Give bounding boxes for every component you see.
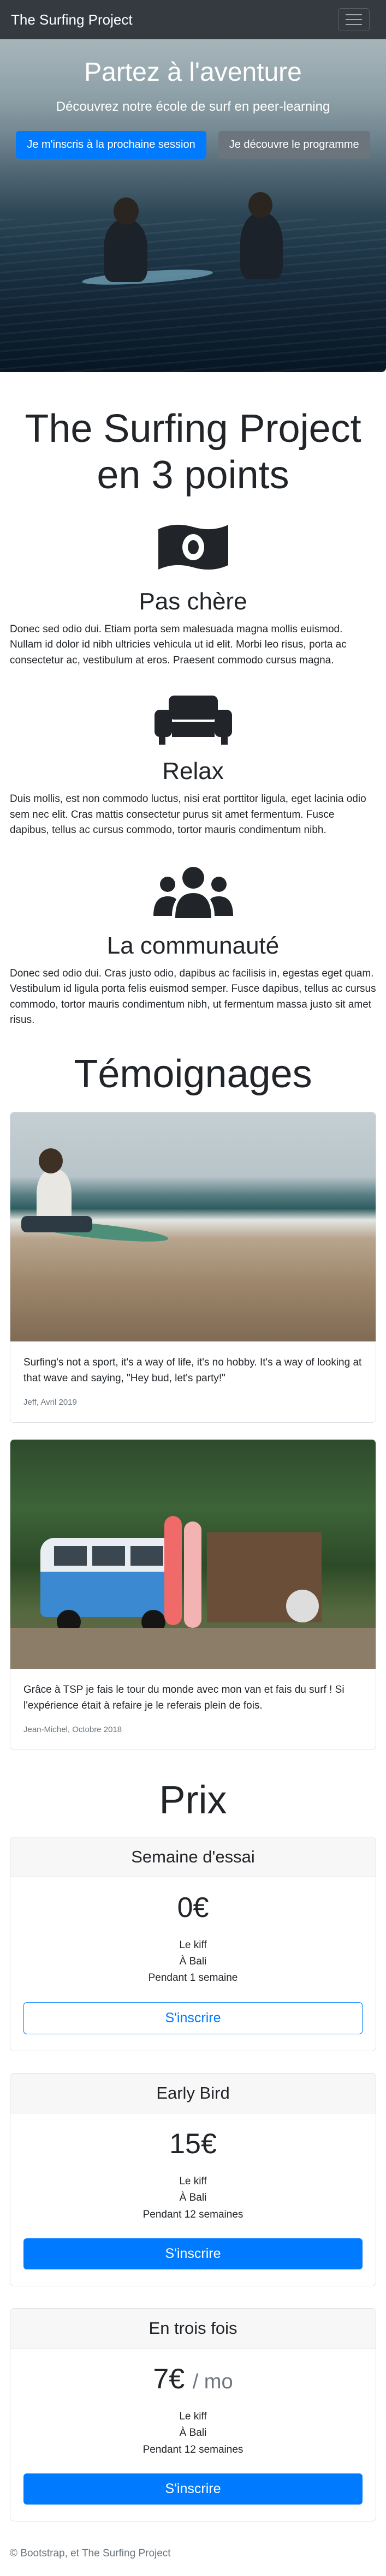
users-icon [153, 866, 233, 918]
feature-title: La communauté [106, 932, 280, 959]
hero-title: Partez à l'aventure [84, 58, 302, 87]
feature-text: Donec sed odio dui. Etiam porta sem male… [10, 623, 347, 666]
plan-feature: À Bali [179, 2427, 207, 2439]
plan-feature: À Bali [179, 1955, 207, 1967]
signup-button[interactable]: S'inscrire [23, 2002, 363, 2034]
plan-name: Early Bird [10, 2073, 376, 2113]
feature-item: La communauté Donec sed odio dui. Cras j… [0, 864, 386, 1028]
pricing-card: Semaine d'essai 0€ Le kiff À Bali Pendan… [10, 1836, 376, 2051]
pricing-card: En trois fois 7€ / mo Le kiff À Bali Pen… [10, 2308, 376, 2522]
pricing-card: Early Bird 15€ Le kiff À Bali Pendant 12… [10, 2072, 376, 2286]
brand-link[interactable]: The Surfing Project [11, 11, 133, 28]
features-title: The Surfing Project en 3 points [25, 407, 361, 497]
plan-feature: Le kiff [179, 1939, 207, 1951]
feature-title: Pas chère [139, 588, 247, 615]
plan-feature: Le kiff [179, 2410, 207, 2422]
hero-section: Partez à l'aventure Découvrez notre écol… [0, 39, 386, 372]
footer-text: © Bootstrap, et The Surfing Project [10, 2548, 171, 2560]
plan-feature: Pendant 12 semaines [142, 2208, 244, 2220]
testimonial-author: Jeff, Avril 2019 [23, 1397, 77, 1407]
hamburger-menu-icon[interactable] [338, 8, 370, 31]
signup-next-session-button[interactable]: Je m'inscris à la prochaine session [16, 130, 206, 159]
feature-title: Relax [162, 758, 224, 785]
testimonial-quote: Grâce à TSP je fais le tour du monde ave… [23, 1684, 345, 1712]
discover-program-button[interactable]: Je découvre le programme [218, 130, 370, 159]
van-photo [10, 1439, 376, 1669]
plan-feature: Pendant 12 semaines [142, 2443, 244, 2455]
feature-item: Relax Duis mollis, est non commodo luctu… [0, 693, 386, 838]
pricing-title: Prix [159, 1778, 227, 1822]
feature-text: Duis mollis, est non commodo luctus, nis… [10, 793, 366, 836]
plan-feature: Pendant 1 semaine [148, 1972, 238, 1984]
signup-button[interactable]: S'inscrire [23, 2238, 363, 2269]
surfer-silhouette [240, 213, 283, 279]
testimonial-card: Surfing's not a sport, it's a way of lif… [10, 1111, 376, 1423]
testimonial-card: Grâce à TSP je fais le tour du monde ave… [10, 1439, 376, 1750]
plan-price: 15€ [169, 2128, 217, 2160]
plan-price: 7€ / mo [153, 2363, 233, 2395]
plan-feature: Le kiff [179, 2175, 207, 2187]
feature-item: Pas chère Donec sed odio dui. Etiam port… [0, 517, 386, 669]
testimonials-title: Témoignages [74, 1052, 312, 1096]
hero-lead: Découvrez notre école de surf en peer-le… [56, 99, 330, 114]
testimonial-author: Jean-Michel, Octobre 2018 [23, 1724, 122, 1734]
couch-icon [154, 696, 232, 745]
plan-period: / mo [192, 2370, 233, 2393]
plan-name: En trois fois [10, 2308, 376, 2349]
plan-name: Semaine d'essai [10, 1837, 376, 1877]
plan-feature: À Bali [179, 2192, 207, 2204]
feature-text: Donec sed odio dui. Cras justo odio, dap… [10, 967, 376, 1026]
footer: © Bootstrap, et The Surfing Project [0, 2521, 386, 2576]
surfer-silhouette [104, 219, 147, 282]
plan-price: 0€ [177, 1891, 209, 1924]
beach-photo [10, 1112, 376, 1341]
money-bill-icon [158, 524, 228, 570]
signup-button[interactable]: S'inscrire [23, 2473, 363, 2505]
testimonial-quote: Surfing's not a sport, it's a way of lif… [23, 1356, 362, 1385]
navbar: The Surfing Project [0, 0, 386, 39]
